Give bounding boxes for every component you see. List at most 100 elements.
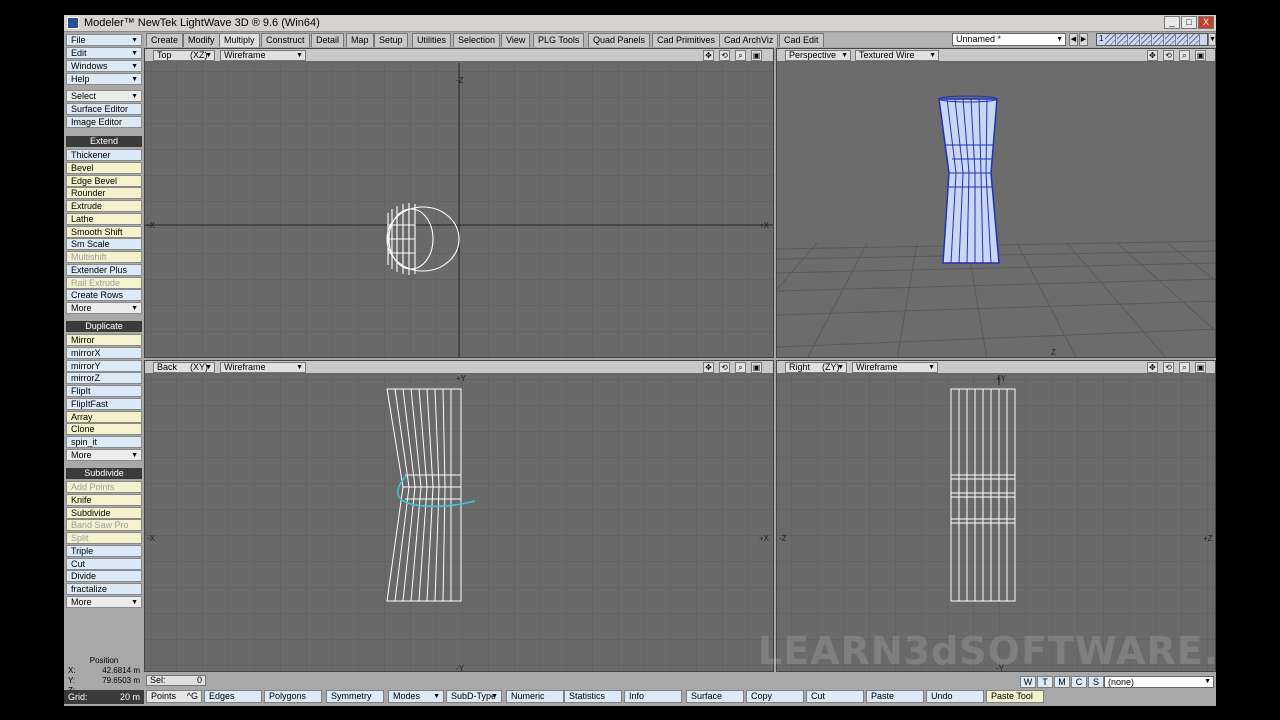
tab-cad-primitives[interactable]: Cad Primitives <box>652 33 721 47</box>
duplicate-tool-array[interactable]: Array <box>66 410 142 423</box>
view-type-select[interactable]: Top (XZ) ▼ <box>153 50 215 61</box>
duplicate-tool-mirrorz[interactable]: mirrorZ <box>66 372 142 385</box>
subdivide-tool-triple[interactable]: Triple <box>66 544 142 557</box>
layer-slot[interactable] <box>1177 34 1188 45</box>
info-button[interactable]: Info <box>624 690 682 703</box>
zoom-icon[interactable]: ⌕ <box>735 362 746 373</box>
tab-detail[interactable]: Detail <box>311 33 345 47</box>
render-mode-select[interactable]: Wireframe ▼ <box>220 50 306 61</box>
extend-tool-sm-scale[interactable]: Sm Scale <box>66 238 142 251</box>
mode-c-button[interactable]: C <box>1071 676 1087 688</box>
paste-tool-button[interactable]: Paste Tool <box>986 690 1044 703</box>
windows-menu[interactable]: Windows ▼ <box>66 60 142 72</box>
duplicate-tool-more[interactable]: More ▼ <box>66 448 142 461</box>
maximize-viewport-icon[interactable]: ▣ <box>1195 50 1206 61</box>
viewport-right[interactable]: Right (ZY) ▼ Wireframe ▼ ✥ ⟲ ⌕ ▣ +Y -Z +Z -… <box>776 360 1216 672</box>
tab-modify[interactable]: Modify <box>183 33 220 47</box>
close-button[interactable]: X <box>1198 16 1214 29</box>
points-mode-button[interactable]: Points ^G <box>146 690 202 703</box>
mode-s-button[interactable]: S <box>1088 676 1104 688</box>
tab-utilities[interactable]: Utilities <box>412 33 452 47</box>
layer-slot[interactable] <box>1153 34 1164 45</box>
edit-menu[interactable]: Edit ▼ <box>66 47 142 59</box>
extend-tool-edge-bevel[interactable]: Edge Bevel <box>66 174 142 187</box>
viewport-top[interactable]: Top(XZ)▼ Wireframe ▼ ✥ ⟲ ⌕ ▣ -Z -X +X +Z <box>144 48 774 358</box>
view-type-select[interactable]: Back (XY) ▼ <box>153 362 215 373</box>
rotate-icon[interactable]: ⟲ <box>1163 362 1174 373</box>
pan-icon[interactable]: ✥ <box>1147 362 1158 373</box>
layer-slot[interactable] <box>1129 34 1140 45</box>
paste-button[interactable]: Paste <box>866 690 924 703</box>
file-menu[interactable]: File ▼ <box>66 34 142 46</box>
pan-icon[interactable]: ✥ <box>703 362 714 373</box>
subdivide-tool-more[interactable]: More ▼ <box>66 595 142 608</box>
duplicate-tool-mirrorx[interactable]: mirrorX <box>66 346 142 359</box>
extend-tool-thickener[interactable]: Thickener <box>66 149 142 161</box>
maximize-viewport-icon[interactable]: ▣ <box>751 362 762 373</box>
tab-construct[interactable]: Construct <box>261 33 310 47</box>
extend-tool-create-rows[interactable]: Create Rows <box>66 289 142 302</box>
layer-bank[interactable]: 1 <box>1096 33 1208 46</box>
pan-icon[interactable]: ✥ <box>703 50 714 61</box>
extend-tool-extender-plus[interactable]: Extender Plus <box>66 263 142 276</box>
tab-selection[interactable]: Selection <box>453 33 501 47</box>
duplicate-tool-mirror[interactable]: Mirror <box>66 334 142 346</box>
layer-slot[interactable] <box>1165 34 1176 45</box>
duplicate-tool-flipit[interactable]: FlipIt <box>66 385 142 397</box>
layer-slot[interactable] <box>1105 34 1116 45</box>
extend-tool-rounder[interactable]: Rounder <box>66 187 142 200</box>
maximize-viewport-icon[interactable]: ▣ <box>751 50 762 61</box>
statistics-button[interactable]: Statistics <box>564 690 622 703</box>
maximize-button[interactable]: □ <box>1181 16 1197 29</box>
zoom-icon[interactable]: ⌕ <box>735 50 746 61</box>
minimize-button[interactable]: _ <box>1164 16 1180 29</box>
extend-tool-lathe[interactable]: Lathe <box>66 212 142 225</box>
extend-tool-bevel[interactable]: Bevel <box>66 161 142 174</box>
surface-selector[interactable]: (none) ▼ <box>1104 676 1214 688</box>
subdivide-tool-subdivide[interactable]: Subdivide <box>66 506 142 519</box>
duplicate-tool-mirrory[interactable]: mirrorY <box>66 359 142 372</box>
view-type-select[interactable]: Perspective ▼ <box>785 50 851 61</box>
tab-view[interactable]: View <box>501 33 531 47</box>
pan-icon[interactable]: ✥ <box>1147 50 1158 61</box>
mode-t-button[interactable]: T <box>1037 676 1053 688</box>
viewport-perspective[interactable]: Perspective ▼ Textured Wire ▼ ✥ ⟲ ⌕ ▣ Z <box>776 48 1216 358</box>
tab-cad-archviz[interactable]: Cad ArchViz <box>719 33 779 47</box>
subd-type-dropdown[interactable]: SubD-Type ▼ <box>446 690 502 703</box>
layer-slot[interactable] <box>1117 34 1128 45</box>
tab-create[interactable]: Create <box>146 33 184 47</box>
mode-w-button[interactable]: W <box>1020 676 1036 688</box>
layer-bank-chevron-down-icon[interactable]: ▼ <box>1208 33 1216 46</box>
layer-slot[interactable] <box>1141 34 1152 45</box>
zoom-icon[interactable]: ⌕ <box>1179 50 1190 61</box>
select-menu[interactable]: Select ▼ <box>66 90 142 102</box>
surface-button[interactable]: Surface <box>686 690 744 703</box>
duplicate-tool-spin-it[interactable]: spin_it <box>66 436 142 448</box>
tab-multiply[interactable]: Multiply <box>219 33 260 47</box>
object-selector[interactable]: Unnamed * ▼ <box>952 33 1066 46</box>
subdivide-tool-divide[interactable]: Divide <box>66 570 142 583</box>
tab-cad-edit[interactable]: Cad Edit <box>779 33 824 47</box>
render-mode-select[interactable]: Textured Wire ▼ <box>855 50 939 61</box>
tab-setup[interactable]: Setup <box>374 33 408 47</box>
modes-dropdown[interactable]: Modes ▼ <box>388 690 444 703</box>
surface-editor-button[interactable]: Surface Editor <box>66 103 142 115</box>
copy-button[interactable]: Copy <box>746 690 804 703</box>
view-type-select[interactable]: Right (ZY) ▼ <box>785 362 847 373</box>
tab-map[interactable]: Map <box>346 33 374 47</box>
mode-m-button[interactable]: M <box>1054 676 1070 688</box>
numeric-button[interactable]: Numeric <box>506 690 564 703</box>
layer-prev-button[interactable]: ◀ <box>1069 33 1078 46</box>
duplicate-tool-flipitfast[interactable]: FlipItFast <box>66 397 142 410</box>
tab-quad-panels[interactable]: Quad Panels <box>588 33 651 47</box>
render-mode-select[interactable]: Wireframe ▼ <box>220 362 306 373</box>
cut-button[interactable]: Cut <box>806 690 864 703</box>
zoom-icon[interactable]: ⌕ <box>1179 362 1190 373</box>
image-editor-button[interactable]: Image Editor <box>66 116 142 128</box>
help-menu[interactable]: Help ▼ <box>66 73 142 85</box>
extend-tool-extrude[interactable]: Extrude <box>66 200 142 212</box>
subdivide-tool-fractalize[interactable]: fractalize <box>66 583 142 595</box>
layer-next-button[interactable]: ▶ <box>1079 33 1088 46</box>
extend-tool-more[interactable]: More ▼ <box>66 302 142 314</box>
subdivide-tool-cut[interactable]: Cut <box>66 557 142 570</box>
